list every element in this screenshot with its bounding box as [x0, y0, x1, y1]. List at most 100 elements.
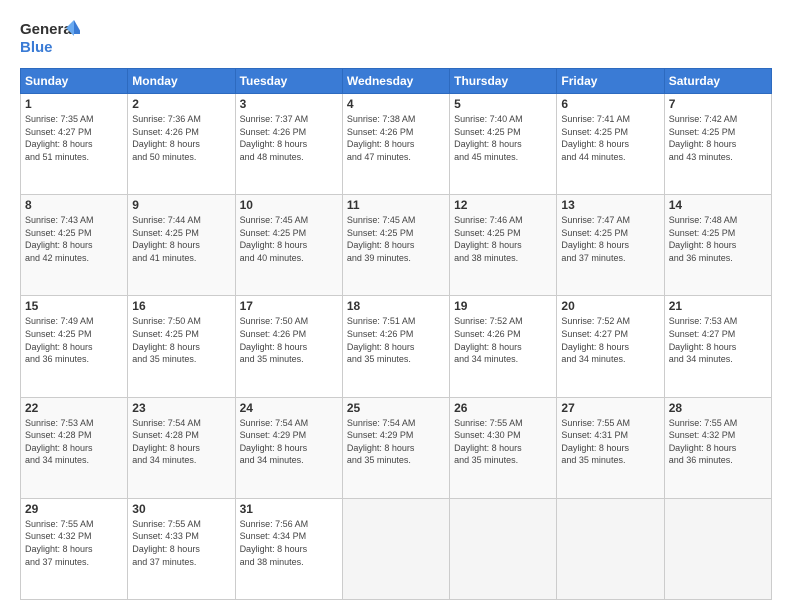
header: General Blue — [20, 16, 772, 60]
calendar-cell: 28Sunrise: 7:55 AMSunset: 4:32 PMDayligh… — [664, 397, 771, 498]
weekday-header-thursday: Thursday — [450, 69, 557, 94]
day-info: Sunrise: 7:55 AMSunset: 4:33 PMDaylight:… — [132, 518, 230, 568]
day-info: Sunrise: 7:45 AMSunset: 4:25 PMDaylight:… — [347, 214, 445, 264]
day-info: Sunrise: 7:53 AMSunset: 4:27 PMDaylight:… — [669, 315, 767, 365]
calendar-cell: 10 Sunrise: 7:45 AMSunset: 4:25 PMDayligh… — [235, 195, 342, 296]
calendar-cell: 16 Sunrise: 7:50 AMSunset: 4:25 PMDayligh… — [128, 296, 235, 397]
calendar-cell: 17 Sunrise: 7:50 AMSunset: 4:26 PMDayligh… — [235, 296, 342, 397]
day-number: 15 — [25, 299, 123, 313]
day-info: Sunrise: 7:54 AMSunset: 4:29 PMDaylight:… — [240, 417, 338, 467]
day-info: Sunrise: 7:51 AMSunset: 4:26 PMDaylight:… — [347, 315, 445, 365]
weekday-header-row: SundayMondayTuesdayWednesdayThursdayFrid… — [21, 69, 772, 94]
day-number: 19 — [454, 299, 552, 313]
day-info: Sunrise: 7:56 AMSunset: 4:34 PMDaylight:… — [240, 518, 338, 568]
calendar-cell: 24 Sunrise: 7:54 AMSunset: 4:29 PMDayligh… — [235, 397, 342, 498]
day-number: 17 — [240, 299, 338, 313]
day-info: Sunrise: 7:54 AMSunset: 4:28 PMDaylight:… — [132, 417, 230, 467]
day-number: 30 — [132, 502, 230, 516]
calendar-body: 1 Sunrise: 7:35 AMSunset: 4:27 PMDaylight… — [21, 94, 772, 600]
logo-svg: General Blue — [20, 16, 80, 60]
calendar-week-3: 22 Sunrise: 7:53 AMSunset: 4:28 PMDayligh… — [21, 397, 772, 498]
day-number: 24 — [240, 401, 338, 415]
calendar-cell: 7 Sunrise: 7:42 AMSunset: 4:25 PMDaylight… — [664, 94, 771, 195]
calendar-cell: 9Sunrise: 7:44 AMSunset: 4:25 PMDaylight… — [128, 195, 235, 296]
day-number: 20 — [561, 299, 659, 313]
day-number: 1 — [25, 97, 123, 111]
day-number: 9 — [132, 198, 230, 212]
day-info: Sunrise: 7:52 AMSunset: 4:27 PMDaylight:… — [561, 315, 659, 365]
day-info: Sunrise: 7:48 AMSunset: 4:25 PMDaylight:… — [669, 214, 767, 264]
calendar-cell — [450, 498, 557, 599]
day-info: Sunrise: 7:54 AMSunset: 4:29 PMDaylight:… — [347, 417, 445, 467]
weekday-header-monday: Monday — [128, 69, 235, 94]
weekday-header-friday: Friday — [557, 69, 664, 94]
calendar-cell: 27 Sunrise: 7:55 AMSunset: 4:31 PMDayligh… — [557, 397, 664, 498]
svg-text:General: General — [20, 21, 76, 38]
calendar-cell: 5 Sunrise: 7:40 AMSunset: 4:25 PMDaylight… — [450, 94, 557, 195]
day-info: Sunrise: 7:40 AMSunset: 4:25 PMDaylight:… — [454, 113, 552, 163]
weekday-header-tuesday: Tuesday — [235, 69, 342, 94]
day-number: 5 — [454, 97, 552, 111]
calendar-cell: 14Sunrise: 7:48 AMSunset: 4:25 PMDayligh… — [664, 195, 771, 296]
day-info: Sunrise: 7:46 AMSunset: 4:25 PMDaylight:… — [454, 214, 552, 264]
day-number: 8 — [25, 198, 123, 212]
day-info: Sunrise: 7:53 AMSunset: 4:28 PMDaylight:… — [25, 417, 123, 467]
calendar-cell: 25Sunrise: 7:54 AMSunset: 4:29 PMDayligh… — [342, 397, 449, 498]
day-info: Sunrise: 7:55 AMSunset: 4:31 PMDaylight:… — [561, 417, 659, 467]
page: General Blue SundayMondayTuesdayWednesda… — [0, 0, 792, 612]
day-info: Sunrise: 7:50 AMSunset: 4:25 PMDaylight:… — [132, 315, 230, 365]
day-info: Sunrise: 7:35 AMSunset: 4:27 PMDaylight:… — [25, 113, 123, 163]
calendar-week-0: 1 Sunrise: 7:35 AMSunset: 4:27 PMDaylight… — [21, 94, 772, 195]
day-info: Sunrise: 7:41 AMSunset: 4:25 PMDaylight:… — [561, 113, 659, 163]
day-number: 13 — [561, 198, 659, 212]
day-info: Sunrise: 7:37 AMSunset: 4:26 PMDaylight:… — [240, 113, 338, 163]
day-info: Sunrise: 7:55 AMSunset: 4:30 PMDaylight:… — [454, 417, 552, 467]
day-number: 4 — [347, 97, 445, 111]
day-info: Sunrise: 7:42 AMSunset: 4:25 PMDaylight:… — [669, 113, 767, 163]
calendar-cell: 6 Sunrise: 7:41 AMSunset: 4:25 PMDaylight… — [557, 94, 664, 195]
calendar-week-2: 15Sunrise: 7:49 AMSunset: 4:25 PMDayligh… — [21, 296, 772, 397]
weekday-header-wednesday: Wednesday — [342, 69, 449, 94]
calendar-cell — [664, 498, 771, 599]
day-number: 16 — [132, 299, 230, 313]
day-info: Sunrise: 7:45 AMSunset: 4:25 PMDaylight:… — [240, 214, 338, 264]
calendar-cell: 29 Sunrise: 7:55 AMSunset: 4:32 PMDayligh… — [21, 498, 128, 599]
calendar-cell: 2 Sunrise: 7:36 AMSunset: 4:26 PMDaylight… — [128, 94, 235, 195]
calendar-cell — [342, 498, 449, 599]
calendar-week-4: 29 Sunrise: 7:55 AMSunset: 4:32 PMDayligh… — [21, 498, 772, 599]
day-number: 3 — [240, 97, 338, 111]
calendar-cell: 19 Sunrise: 7:52 AMSunset: 4:26 PMDayligh… — [450, 296, 557, 397]
day-number: 26 — [454, 401, 552, 415]
weekday-header-saturday: Saturday — [664, 69, 771, 94]
day-number: 31 — [240, 502, 338, 516]
day-number: 27 — [561, 401, 659, 415]
calendar-cell: 13Sunrise: 7:47 AMSunset: 4:25 PMDayligh… — [557, 195, 664, 296]
calendar-cell: 20 Sunrise: 7:52 AMSunset: 4:27 PMDayligh… — [557, 296, 664, 397]
day-info: Sunrise: 7:43 AMSunset: 4:25 PMDaylight:… — [25, 214, 123, 264]
day-info: Sunrise: 7:36 AMSunset: 4:26 PMDaylight:… — [132, 113, 230, 163]
day-number: 11 — [347, 198, 445, 212]
day-info: Sunrise: 7:52 AMSunset: 4:26 PMDaylight:… — [454, 315, 552, 365]
day-info: Sunrise: 7:55 AMSunset: 4:32 PMDaylight:… — [25, 518, 123, 568]
calendar-cell: 3 Sunrise: 7:37 AMSunset: 4:26 PMDaylight… — [235, 94, 342, 195]
day-number: 10 — [240, 198, 338, 212]
calendar-cell: 12Sunrise: 7:46 AMSunset: 4:25 PMDayligh… — [450, 195, 557, 296]
day-number: 22 — [25, 401, 123, 415]
day-number: 7 — [669, 97, 767, 111]
calendar-cell: 22 Sunrise: 7:53 AMSunset: 4:28 PMDayligh… — [21, 397, 128, 498]
svg-text:Blue: Blue — [20, 39, 53, 56]
day-info: Sunrise: 7:38 AMSunset: 4:26 PMDaylight:… — [347, 113, 445, 163]
day-number: 29 — [25, 502, 123, 516]
calendar-week-1: 8 Sunrise: 7:43 AMSunset: 4:25 PMDaylight… — [21, 195, 772, 296]
calendar-cell: 1 Sunrise: 7:35 AMSunset: 4:27 PMDaylight… — [21, 94, 128, 195]
day-number: 21 — [669, 299, 767, 313]
calendar-cell: 23Sunrise: 7:54 AMSunset: 4:28 PMDayligh… — [128, 397, 235, 498]
calendar-cell: 30 Sunrise: 7:55 AMSunset: 4:33 PMDayligh… — [128, 498, 235, 599]
weekday-header-sunday: Sunday — [21, 69, 128, 94]
calendar-cell: 31 Sunrise: 7:56 AMSunset: 4:34 PMDayligh… — [235, 498, 342, 599]
day-number: 6 — [561, 97, 659, 111]
day-info: Sunrise: 7:50 AMSunset: 4:26 PMDaylight:… — [240, 315, 338, 365]
calendar-cell: 8 Sunrise: 7:43 AMSunset: 4:25 PMDaylight… — [21, 195, 128, 296]
day-number: 2 — [132, 97, 230, 111]
calendar-cell: 21 Sunrise: 7:53 AMSunset: 4:27 PMDayligh… — [664, 296, 771, 397]
